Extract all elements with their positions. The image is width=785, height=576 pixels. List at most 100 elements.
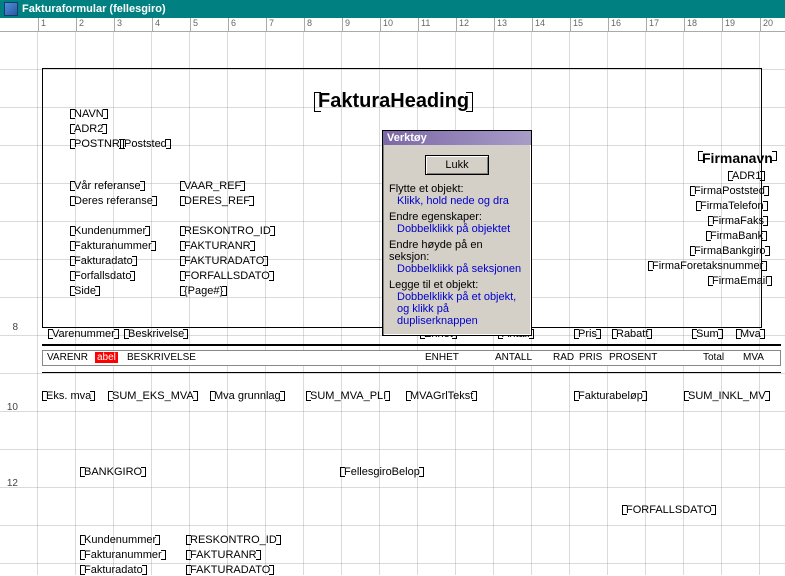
hint-height-heading: Endre høyde på en seksjon:	[389, 239, 525, 263]
label-giro-fakturanr[interactable]: Fakturanummer	[82, 549, 164, 561]
hint-props-heading: Endre egenskaper:	[389, 211, 525, 223]
ruler-tick: 3	[114, 18, 122, 32]
field-bankgiro[interactable]: BANKGIRO	[82, 466, 144, 478]
field-giro-kundenr[interactable]: RESKONTRO_ID	[188, 534, 279, 546]
section-num: 12	[2, 478, 18, 489]
col-sum[interactable]: Sum	[694, 328, 721, 340]
toolbox-title[interactable]: Verktøy	[383, 131, 531, 145]
field-adr2[interactable]: ADR2	[72, 123, 105, 135]
field-sum-inkl-mva[interactable]: SUM_INKL_MV	[686, 390, 768, 402]
label-eks-mva[interactable]: Eks. mva	[44, 390, 93, 402]
field-fellesgiro-belop[interactable]: FellesgiroBelop	[342, 466, 422, 478]
ruler-tick: 16	[608, 18, 621, 32]
label-fakturanr[interactable]: Fakturanummer	[72, 240, 154, 252]
ruler-tick: 4	[152, 18, 160, 32]
ruler-tick: 15	[570, 18, 583, 32]
field-postnr[interactable]: POSTNR	[72, 138, 122, 150]
field-giro-forfallsdato[interactable]: FORFALLSDATO	[624, 504, 714, 516]
hint-props-action: Dobbelklikk på objektet	[397, 223, 525, 235]
label-vaar-ref[interactable]: Vår referanse	[72, 180, 143, 192]
col-varenummer[interactable]: Varenummer	[50, 328, 117, 340]
field-vaar-ref[interactable]: VAAR_REF	[182, 180, 243, 192]
toolbox-window[interactable]: Verktøy Lukk Flytte et objekt: Klikk, ho…	[382, 130, 532, 336]
ruler-tick: 2	[76, 18, 84, 32]
toolbox-body: Lukk Flytte et objekt: Klikk, hold nede …	[383, 145, 531, 335]
hint-move-heading: Flytte et objekt:	[389, 183, 525, 195]
section-divider	[42, 344, 781, 346]
detail-rad[interactable]: RAD	[553, 352, 574, 363]
label-giro-kundenr[interactable]: Kundenummer	[82, 534, 158, 546]
label-fakturabelop[interactable]: Fakturabeløp	[576, 390, 645, 402]
field-poststed[interactable]: Poststed	[122, 138, 169, 150]
field-giro-fakturadato[interactable]: FAKTURADATO	[188, 564, 272, 576]
detail-varenr[interactable]: VARENR	[47, 352, 88, 363]
field-mvagrl-tekst[interactable]: MVAGrlTekst	[408, 390, 475, 402]
ruler-tick: 7	[266, 18, 274, 32]
col-pris[interactable]: Pris	[576, 328, 599, 340]
ruler-tick: 5	[190, 18, 198, 32]
ruler-tick: 8	[304, 18, 312, 32]
field-firma-foretaksnr[interactable]: FirmaForetaksnummer	[650, 260, 765, 272]
ruler-tick: 9	[342, 18, 350, 32]
field-giro-fakturanr[interactable]: FAKTURANR	[188, 549, 259, 561]
label-kundenr[interactable]: Kundenummer	[72, 225, 148, 237]
window-title: Fakturaformular (fellesgiro)	[22, 3, 166, 15]
detail-band[interactable]: VARENR abel BESKRIVELSE ENHET ANTALL RAD…	[42, 350, 781, 366]
field-deres-ref[interactable]: DERES_REF	[182, 195, 252, 207]
faktura-heading[interactable]: FakturaHeading	[318, 90, 469, 113]
field-firma-email[interactable]: FirmaEmail	[710, 275, 770, 287]
field-firmanavn[interactable]: Firmanavn	[700, 150, 775, 166]
field-firma-bankgiro[interactable]: FirmaBankgiro	[692, 245, 768, 257]
field-firma-poststed[interactable]: FirmaPoststed	[692, 185, 767, 197]
hint-add-action-2: og klikk på dupliserknappen	[397, 303, 525, 327]
detail-pris[interactable]: PRIS	[579, 352, 602, 363]
col-rabatt[interactable]: Rabatt	[614, 328, 650, 340]
section-divider	[42, 372, 781, 373]
label-mva-grunnlag[interactable]: Mva grunnlag	[212, 390, 283, 402]
horizontal-ruler: 1 2 3 4 5 6 7 8 9 10 11 12 13 14 15 16 1…	[0, 18, 785, 32]
field-sum-eks-mva[interactable]: SUM_EKS_MVA	[110, 390, 196, 402]
label-deres-ref[interactable]: Deres referanse	[72, 195, 155, 207]
detail-enhet[interactable]: ENHET	[425, 352, 459, 363]
design-area[interactable]: 8 10 12 FakturaHeading NAVN ADR2 POSTNR …	[0, 32, 785, 575]
section-num: 8	[2, 322, 18, 333]
field-sum-mva-pli[interactable]: SUM_MVA_PLI	[308, 390, 388, 402]
label-fakturadato[interactable]: Fakturadato	[72, 255, 135, 267]
field-fakturadato[interactable]: FAKTURADATO	[182, 255, 266, 267]
field-firma-faks[interactable]: FirmaFaks	[710, 215, 766, 227]
field-firma-bank[interactable]: FirmaBank	[708, 230, 765, 242]
ruler-tick: 17	[646, 18, 659, 32]
design-canvas: 1 2 3 4 5 6 7 8 9 10 11 12 13 14 15 16 1…	[0, 18, 785, 575]
field-kundenr[interactable]: RESKONTRO_ID	[182, 225, 273, 237]
field-navn[interactable]: NAVN	[72, 108, 106, 120]
detail-mva[interactable]: MVA	[743, 352, 764, 363]
detail-total[interactable]: Total	[703, 352, 724, 363]
label-giro-fakturadato[interactable]: Fakturadato	[82, 564, 145, 576]
ruler-tick: 10	[380, 18, 393, 32]
ruler-tick: 19	[722, 18, 735, 32]
ruler-tick: 11	[418, 18, 430, 32]
hint-move-action: Klikk, hold nede og dra	[397, 195, 525, 207]
detail-red-label[interactable]: abel	[95, 352, 118, 363]
field-forfallsdato[interactable]: FORFALLSDATO	[182, 270, 272, 282]
label-side[interactable]: Side	[72, 285, 98, 297]
ruler-tick: 12	[456, 18, 469, 32]
hint-add-action-1: Dobbelklikk på et objekt,	[397, 291, 525, 303]
field-fakturanr[interactable]: FAKTURANR	[182, 240, 253, 252]
col-beskrivelse[interactable]: Beskrivelse	[126, 328, 186, 340]
field-firma-adr1[interactable]: ADR1	[730, 170, 763, 182]
detail-antall[interactable]: ANTALL	[495, 352, 532, 363]
field-side[interactable]: {Page#}	[182, 285, 225, 297]
section-num: 10	[2, 402, 18, 413]
field-firma-telefon[interactable]: FirmaTelefon	[698, 200, 766, 212]
ruler-tick: 14	[532, 18, 545, 32]
close-button[interactable]: Lukk	[425, 155, 489, 175]
app-icon	[4, 2, 18, 16]
ruler-tick: 13	[494, 18, 507, 32]
ruler-tick: 6	[228, 18, 236, 32]
label-forfallsdato[interactable]: Forfallsdato	[72, 270, 133, 282]
col-mva[interactable]: Mva	[738, 328, 763, 340]
detail-prosent[interactable]: PROSENT	[609, 352, 657, 363]
detail-beskrivelse[interactable]: BESKRIVELSE	[127, 352, 196, 363]
window-titlebar: Fakturaformular (fellesgiro)	[0, 0, 785, 18]
